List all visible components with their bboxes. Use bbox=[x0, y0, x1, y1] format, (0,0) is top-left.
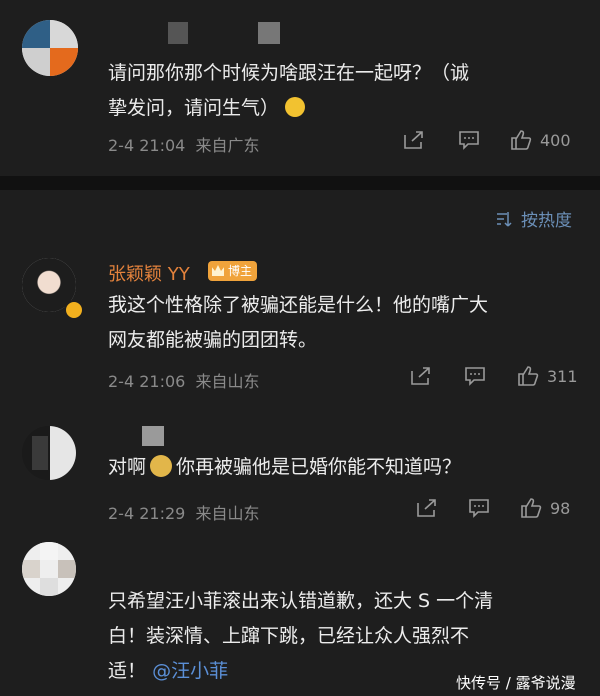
thumbs-up-icon bbox=[521, 498, 542, 518]
avatar[interactable] bbox=[22, 20, 78, 76]
like-count: 400 bbox=[540, 130, 571, 150]
comment-text: 请问那你那个时候为啥跟汪在一起呀？（诚 挚发问，请问生气） bbox=[108, 62, 470, 119]
like-button[interactable]: 98 bbox=[520, 498, 570, 518]
name-redacted bbox=[142, 426, 164, 446]
name-redacted bbox=[258, 22, 280, 44]
share-icon bbox=[417, 499, 436, 517]
like-count: 311 bbox=[547, 366, 578, 386]
comment-text: 我这个性格除了被骗还能是什么！他的嘴广大 网友都能被骗的团团转。 bbox=[108, 294, 489, 351]
sort-button[interactable]: 按热度 bbox=[495, 206, 572, 231]
share-button[interactable] bbox=[410, 366, 432, 386]
avatar[interactable] bbox=[22, 542, 76, 596]
comment-icon bbox=[469, 499, 489, 518]
share-button[interactable] bbox=[416, 498, 438, 518]
comment-text: 对啊 你再被骗他是已婚你能不知道吗？ bbox=[108, 455, 462, 478]
like-count: 98 bbox=[550, 498, 571, 518]
comment-meta: 2-4 21:06 来自山东 bbox=[108, 372, 260, 391]
mention-link[interactable]: @汪小菲 bbox=[152, 660, 228, 682]
share-icon bbox=[411, 367, 430, 385]
comment-card: 按热度 张颖颖 YY 博主 我这个性格除了被骗还能是什么！他的嘴广大 网友都能被… bbox=[0, 190, 600, 406]
avatar[interactable] bbox=[22, 426, 76, 480]
comment-icon bbox=[459, 131, 479, 150]
crown-icon bbox=[212, 265, 224, 276]
name-redacted bbox=[168, 22, 188, 44]
reply-button[interactable] bbox=[468, 498, 490, 518]
sort-icon bbox=[497, 211, 512, 227]
thumbs-up-icon bbox=[511, 130, 532, 150]
comment-card: 请问那你那个时候为啥跟汪在一起呀？（诚 挚发问，请问生气） 2-4 21:04 … bbox=[0, 0, 600, 176]
like-button[interactable]: 311 bbox=[517, 366, 578, 386]
divider bbox=[0, 176, 600, 190]
thumbs-up-icon bbox=[518, 366, 539, 386]
smile-emoji-icon bbox=[285, 97, 306, 117]
verified-icon bbox=[64, 300, 84, 320]
watermark: 快传号 / 露爷说漫 bbox=[456, 674, 576, 692]
share-button[interactable] bbox=[403, 130, 425, 150]
like-button[interactable]: 400 bbox=[510, 130, 571, 150]
sort-label: 按热度 bbox=[521, 211, 572, 231]
blogger-badge: 博主 bbox=[208, 261, 258, 281]
reply-button[interactable] bbox=[464, 366, 486, 386]
comment-meta: 2-4 21:29 来自山东 bbox=[108, 504, 260, 523]
share-icon bbox=[404, 131, 423, 149]
doge-emoji-icon bbox=[150, 455, 173, 477]
comment-meta: 2-4 21:04 来自广东 bbox=[108, 136, 260, 155]
comment-icon bbox=[465, 367, 485, 386]
author-name[interactable]: 张颖颖 YY bbox=[108, 260, 190, 286]
comment-card: 对啊 你再被骗他是已婚你能不知道吗？ 2-4 21:29 来自山东 98 bbox=[0, 406, 600, 532]
reply-button[interactable] bbox=[458, 130, 480, 150]
comment-card: 只希望汪小菲滚出来认错道歉，还大 S 一个清 白！装深情、上蹿下跳，已经让众人强… bbox=[0, 532, 600, 696]
